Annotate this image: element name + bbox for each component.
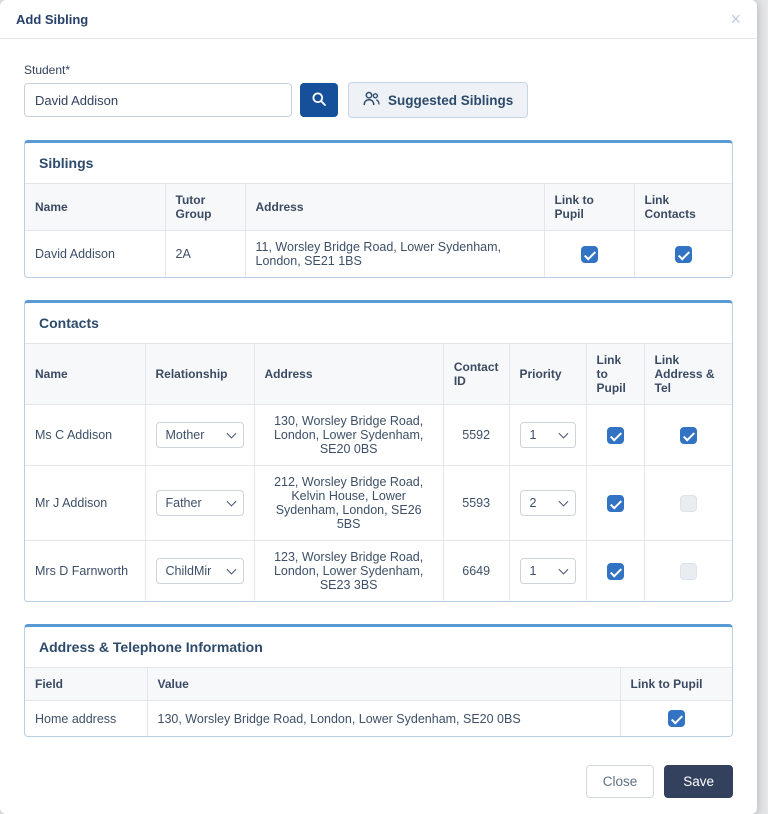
contact-address: 123, Worsley Bridge Road, London, Lower … [253, 540, 444, 601]
contacts-col-relationship: Relationship [144, 343, 255, 405]
contacts-header-row: Name Relationship Address Contact ID Pri… [25, 343, 732, 405]
siblings-col-name: Name [25, 183, 166, 231]
address-col-value: Value [146, 667, 621, 701]
search-icon [311, 91, 327, 110]
address-header-row: Field Value Link to Pupil [25, 667, 732, 701]
contact-address: 130, Worsley Bridge Road, London, Lower … [253, 404, 444, 466]
priority-select-wrap: 1 [519, 422, 576, 448]
save-button[interactable]: Save [664, 765, 733, 798]
link-to-pupil-checkbox[interactable] [606, 562, 624, 580]
people-icon [363, 91, 380, 109]
link-to-pupil-checkbox[interactable] [606, 426, 624, 444]
address-col-link-to-pupil: Link to Pupil [619, 667, 732, 701]
contacts-col-contact-id: Contact ID [442, 343, 510, 405]
relationship-select-wrap: ChildMir [155, 558, 244, 584]
address-telephone-panel: Address & Telephone Information Field Va… [24, 624, 733, 737]
siblings-panel: Siblings Name Tutor Group Address Link t… [24, 140, 733, 278]
siblings-col-address: Address [244, 183, 545, 231]
relationship-select[interactable]: Father [155, 490, 244, 516]
suggested-siblings-label: Suggested Siblings [388, 92, 514, 108]
sibling-row: David Addison 2A 11, Worsley Bridge Road… [25, 230, 732, 277]
address-col-field: Field [25, 667, 148, 701]
contact-name: Mrs D Farnworth [25, 540, 146, 601]
student-row: Suggested Siblings [24, 82, 733, 118]
close-button[interactable]: Close [585, 765, 655, 798]
link-address-tel-checkbox[interactable] [679, 494, 697, 512]
sibling-address: 11, Worsley Bridge Road, Lower Sydenham,… [244, 230, 545, 277]
contacts-col-address: Address [253, 343, 444, 405]
suggested-siblings-button[interactable]: Suggested Siblings [348, 82, 529, 118]
address-telephone-panel-title: Address & Telephone Information [39, 639, 263, 655]
sibling-tutor-group: 2A [164, 230, 246, 277]
contacts-col-link-to-pupil: Link to Pupil [585, 343, 645, 405]
relationship-select-wrap: Father [155, 490, 244, 516]
sibling-name: David Addison [25, 230, 166, 277]
modal-header: Add Sibling × [0, 0, 757, 39]
relationship-select-wrap: Mother [155, 422, 244, 448]
contacts-panel: Contacts Name Relationship Address Conta… [24, 300, 733, 602]
priority-select[interactable]: 2 [519, 490, 576, 516]
contact-address: 212, Worsley Bridge Road, Kelvin House, … [253, 465, 444, 541]
contacts-col-name: Name [25, 343, 146, 405]
link-contacts-checkbox[interactable] [674, 245, 692, 263]
priority-select[interactable]: 1 [519, 558, 576, 584]
link-to-pupil-checkbox[interactable] [606, 494, 624, 512]
relationship-select[interactable]: ChildMir [155, 558, 244, 584]
siblings-col-link-contacts: Link Contacts [633, 183, 732, 231]
address-telephone-table: Field Value Link to Pupil Home address 1… [25, 667, 732, 736]
siblings-table: Name Tutor Group Address Link to Pupil L… [25, 183, 732, 277]
contacts-col-link-address-tel: Link Address & Tel [643, 343, 732, 405]
address-field: Home address [25, 700, 148, 736]
contact-name: Mr J Addison [25, 465, 146, 541]
siblings-header-row: Name Tutor Group Address Link to Pupil L… [25, 183, 732, 231]
siblings-col-tutor-group: Tutor Group [164, 183, 246, 231]
student-input[interactable] [24, 83, 292, 117]
siblings-panel-title: Siblings [39, 155, 94, 171]
modal-body: Student* David Addison Suggested Sibling… [0, 39, 757, 759]
address-value: 130, Worsley Bridge Road, London, Lower … [146, 700, 621, 736]
contacts-table: Name Relationship Address Contact ID Pri… [25, 343, 732, 601]
contacts-col-priority: Priority [508, 343, 587, 405]
close-icon[interactable]: × [730, 10, 741, 28]
search-button[interactable] [300, 83, 338, 117]
link-address-tel-checkbox[interactable] [679, 426, 697, 444]
contact-id: 6649 [442, 540, 510, 601]
contacts-panel-title: Contacts [39, 315, 99, 331]
student-label: Student* [24, 63, 71, 77]
link-address-tel-checkbox[interactable] [679, 562, 697, 580]
add-sibling-modal: Add Sibling × Student* David Addison Sug… [0, 0, 757, 814]
address-row: Home address 130, Worsley Bridge Road, L… [25, 700, 732, 736]
modal-footer: Close Save [0, 759, 757, 814]
contact-name: Ms C Addison [25, 404, 146, 466]
link-to-pupil-checkbox[interactable] [580, 245, 598, 263]
contact-row: Mrs D Farnworth ChildMir 123, Worsley Br… [25, 540, 732, 601]
contact-row: Mr J Addison Father 212, Worsley Bridge … [25, 465, 732, 541]
contact-id: 5593 [442, 465, 510, 541]
priority-select[interactable]: 1 [519, 422, 576, 448]
priority-select-wrap: 1 [519, 558, 576, 584]
contact-row: Ms C Addison Mother 130, Worsley Bridge … [25, 404, 732, 466]
relationship-select[interactable]: Mother [155, 422, 244, 448]
priority-select-wrap: 2 [519, 490, 576, 516]
contact-id: 5592 [442, 404, 510, 466]
modal-title: Add Sibling [16, 11, 89, 27]
link-to-pupil-checkbox[interactable] [667, 710, 685, 727]
siblings-col-link-to-pupil: Link to Pupil [543, 183, 635, 231]
